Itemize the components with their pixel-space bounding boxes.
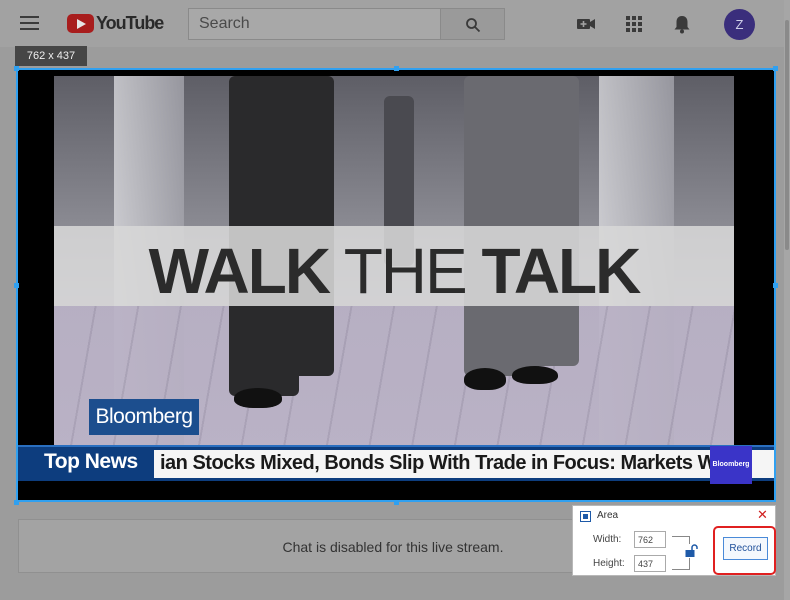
video-headline: WALK THE TALK <box>148 235 642 307</box>
ticker-body: ian Stocks Mixed, Bonds Slip With Trade … <box>154 450 774 478</box>
avatar[interactable]: Z <box>724 9 755 40</box>
page-scrollbar[interactable] <box>784 0 790 600</box>
video-frame: WALK THE TALK Bloomberg <box>54 76 734 446</box>
resize-handle-s[interactable] <box>394 500 399 505</box>
resize-handle-sw[interactable] <box>14 500 19 505</box>
resize-handle-w[interactable] <box>14 283 19 288</box>
apps-grid-icon[interactable] <box>623 13 645 35</box>
height-label: Height: <box>593 558 625 569</box>
search-box <box>188 8 441 40</box>
resize-handle-ne[interactable] <box>773 66 778 71</box>
news-ticker: Top News ian Stocks Mixed, Bonds Slip Wi… <box>18 445 774 484</box>
ticker-label: Top News <box>44 450 138 473</box>
search-icon <box>466 18 481 33</box>
youtube-logo[interactable]: YouTube <box>67 12 164 33</box>
logo-text: YouTube <box>96 12 164 33</box>
record-button[interactable]: Record <box>723 537 768 560</box>
youtube-play-icon <box>67 13 94 33</box>
close-icon[interactable]: ✕ <box>757 508 768 522</box>
scrollbar-thumb[interactable] <box>785 20 789 250</box>
resize-handle-e[interactable] <box>773 283 778 288</box>
capture-selection[interactable]: WALK THE TALK Bloomberg Top News ian Sto… <box>16 68 776 502</box>
notifications-bell-icon[interactable] <box>671 13 693 35</box>
width-label: Width: <box>593 534 622 545</box>
search-input[interactable] <box>189 9 440 39</box>
bloomberg-logo: Bloomberg <box>89 399 199 435</box>
menu-icon[interactable] <box>20 16 39 30</box>
area-capture-icon <box>580 511 591 522</box>
bloomberg-ticker-logo: Bloomberg <box>710 446 752 484</box>
resize-handle-nw[interactable] <box>14 66 19 71</box>
selection-size-badge: 762 x 437 <box>15 46 87 66</box>
search-button[interactable] <box>440 8 505 40</box>
height-input[interactable] <box>634 555 666 572</box>
resize-handle-n[interactable] <box>394 66 399 71</box>
area-panel-title: Area <box>597 510 619 521</box>
ticker-text: ian Stocks Mixed, Bonds Slip With Trade … <box>160 452 746 474</box>
width-input[interactable] <box>634 531 666 548</box>
aspect-lock-icon[interactable] <box>684 544 698 558</box>
youtube-header: YouTube Z <box>0 0 790 47</box>
create-video-icon[interactable] <box>575 13 597 35</box>
